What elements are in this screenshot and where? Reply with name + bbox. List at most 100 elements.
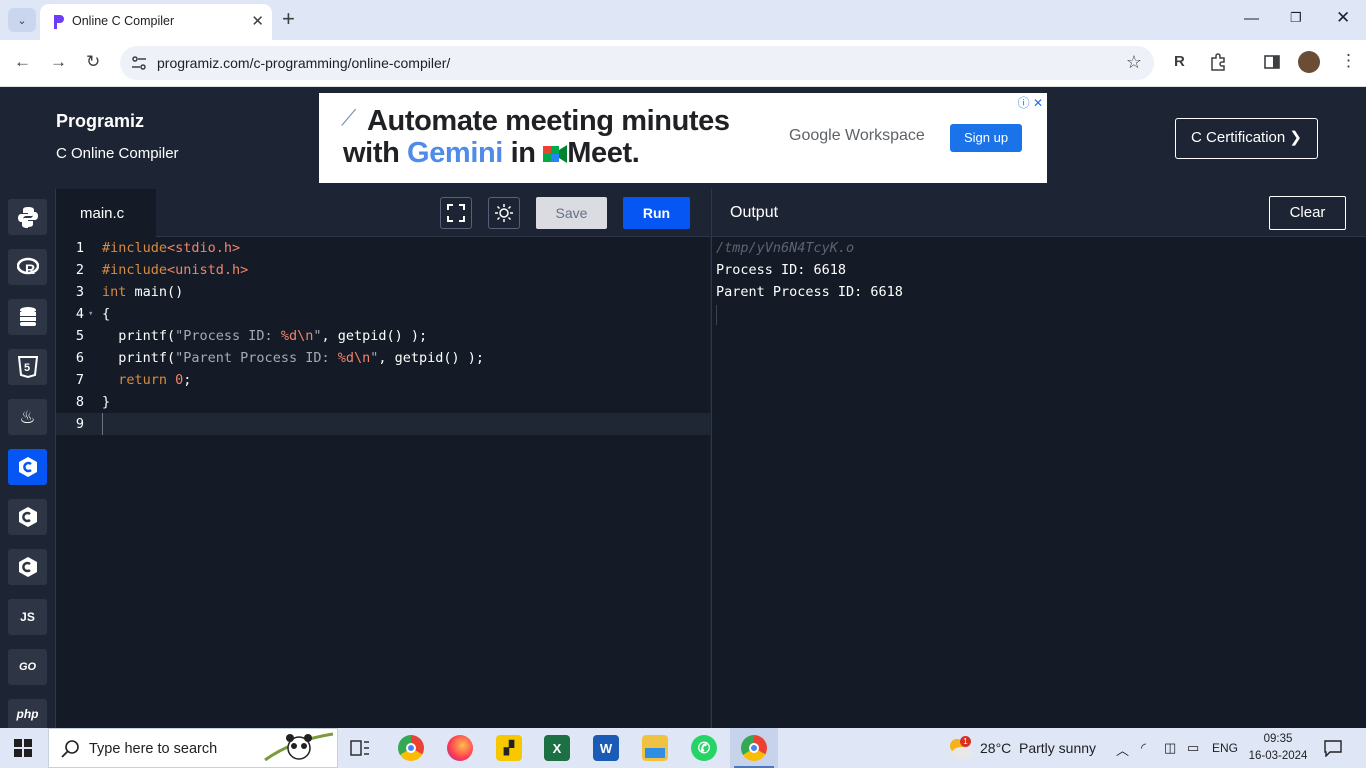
line-number: 5 xyxy=(75,328,84,344)
site-settings-icon[interactable] xyxy=(130,54,148,72)
line-number: 3 xyxy=(75,284,84,300)
browser-tab[interactable]: Online C Compiler ✕ xyxy=(40,4,272,40)
code-token: <unistd.h> xyxy=(167,262,249,278)
magic-wand-icon: ⟋ xyxy=(341,105,357,130)
fold-arrow-icon[interactable]: ▾ xyxy=(88,303,93,325)
ad-subheadline: with Gemini in Meet. xyxy=(343,137,640,169)
code-token: main() xyxy=(126,284,184,300)
tab-title: Online C Compiler xyxy=(72,14,175,28)
bookmark-star-icon[interactable]: ☆ xyxy=(1126,52,1142,73)
site-header: Programiz C Online Compiler ⟋ Automate m… xyxy=(0,87,1366,189)
extension-r-icon[interactable]: R xyxy=(1174,53,1185,70)
file-tab-main-c[interactable]: main.c xyxy=(56,189,156,237)
new-tab-button[interactable]: + xyxy=(282,8,295,30)
java-language-button[interactable]: ♨ xyxy=(8,399,47,435)
address-bar[interactable]: programiz.com/c-programming/online-compi… xyxy=(120,46,1154,80)
cpp-language-button[interactable] xyxy=(8,499,47,535)
side-panel-icon[interactable] xyxy=(1263,53,1281,71)
system-clock[interactable]: 09:35 16-03-2024 xyxy=(1248,731,1308,765)
ad-signup-button[interactable]: Sign up xyxy=(950,124,1022,152)
sticky-notes-app-icon[interactable]: ▞ xyxy=(496,735,522,761)
google-meet-icon xyxy=(543,145,568,163)
weather-temperature: 28°C xyxy=(980,740,1012,756)
code-editor[interactable]: 1 #include<stdio.h> 2 #include<unistd.h>… xyxy=(56,237,710,728)
run-button[interactable]: Run xyxy=(623,197,690,229)
taskbar-search-box[interactable]: Type here to search xyxy=(48,728,338,768)
output-line: Process ID: 6618 xyxy=(716,262,847,278)
clear-button[interactable]: Clear xyxy=(1269,196,1346,230)
profile-avatar[interactable] xyxy=(1298,51,1320,73)
database-icon xyxy=(19,307,36,326)
advertisement-banner[interactable]: ⟋ Automate meeting minutes with Gemini i… xyxy=(319,93,1047,183)
meet-now-icon[interactable]: ◫ xyxy=(1164,740,1176,756)
r-language-button[interactable]: R xyxy=(8,249,47,285)
code-line: 3 int main() xyxy=(56,281,710,303)
whatsapp-app-icon[interactable]: ✆ xyxy=(691,735,717,761)
reload-icon[interactable]: ↻ xyxy=(86,52,100,72)
battery-icon[interactable]: ▭ xyxy=(1187,740,1199,756)
code-token: %d\n xyxy=(280,328,314,344)
excel-app-icon[interactable]: X xyxy=(544,735,570,761)
code-line: 4 ▾ { xyxy=(56,303,710,325)
code-token: "Process ID: xyxy=(175,328,281,344)
minimize-icon[interactable]: — xyxy=(1244,10,1259,27)
firefox-app-icon[interactable] xyxy=(447,735,473,761)
extensions-puzzle-icon[interactable] xyxy=(1209,53,1227,71)
output-title: Output xyxy=(730,204,779,221)
notification-center-icon[interactable] xyxy=(1324,739,1342,757)
tab-search-button[interactable]: ⌄ xyxy=(8,8,36,32)
javascript-language-button[interactable]: JS xyxy=(8,599,47,635)
code-token: #include xyxy=(102,240,168,256)
save-button[interactable]: Save xyxy=(536,197,607,229)
line-number: 4 xyxy=(75,306,84,322)
forward-arrow-icon[interactable]: → xyxy=(50,52,67,72)
code-token: printf( xyxy=(102,328,176,344)
task-view-icon[interactable] xyxy=(350,739,370,757)
show-hidden-icons-chevron-icon[interactable]: ︿ xyxy=(1116,740,1129,759)
php-language-button[interactable]: php xyxy=(8,699,47,728)
fullscreen-button[interactable] xyxy=(440,197,472,229)
go-language-button[interactable]: GO xyxy=(8,649,47,685)
code-token: ; xyxy=(183,372,192,388)
file-explorer-app-icon[interactable] xyxy=(642,735,668,761)
code-token: #include xyxy=(102,262,168,278)
code-token: "Parent Process ID: xyxy=(175,350,338,366)
windows-start-icon[interactable] xyxy=(14,739,32,757)
theme-toggle-button[interactable] xyxy=(488,197,520,229)
text-cursor xyxy=(102,413,103,435)
chrome-active-app-button[interactable] xyxy=(730,728,778,768)
output-console[interactable]: /tmp/yVn6N4TcyK.o Process ID: 6618 Paren… xyxy=(711,237,1366,728)
browser-menu-icon[interactable]: ⋮ xyxy=(1340,51,1357,71)
python-language-button[interactable] xyxy=(8,199,47,235)
php-icon: php xyxy=(16,706,39,721)
csharp-language-button[interactable] xyxy=(8,549,47,585)
sql-language-button[interactable] xyxy=(8,299,47,335)
code-line-current: 9 xyxy=(56,413,710,435)
word-app-icon[interactable]: W xyxy=(593,735,619,761)
programiz-logo[interactable]: Programiz xyxy=(56,111,144,132)
line-number: 2 xyxy=(75,262,84,278)
svg-text:5: 5 xyxy=(24,362,30,374)
search-placeholder: Type here to search xyxy=(89,741,218,757)
url-text: programiz.com/c-programming/online-compi… xyxy=(157,55,451,71)
code-token: , getpid() ); xyxy=(378,350,485,366)
restore-icon[interactable]: ❐ xyxy=(1290,10,1302,26)
ad-info-close-icon[interactable]: ⓘ ✕ xyxy=(1018,94,1043,111)
c-language-button[interactable] xyxy=(8,449,47,485)
html5-icon: 5 xyxy=(17,356,38,378)
wifi-icon[interactable]: ◜ xyxy=(1141,740,1146,756)
certification-button[interactable]: C Certification ❯ xyxy=(1175,118,1318,159)
output-toolbar: Output Clear xyxy=(711,189,1366,237)
back-arrow-icon[interactable]: ← xyxy=(14,52,31,72)
chrome-profile-app-icon[interactable] xyxy=(398,735,424,761)
tab-close-icon[interactable]: ✕ xyxy=(251,12,264,30)
java-icon: ♨ xyxy=(19,406,36,427)
code-line: 1 #include<stdio.h> xyxy=(56,237,710,259)
html-language-button[interactable]: 5 xyxy=(8,349,47,385)
programiz-favicon-icon xyxy=(54,15,64,29)
code-line: 2 #include<unistd.h> xyxy=(56,259,710,281)
input-language-indicator[interactable]: ENG xyxy=(1212,741,1238,755)
csharp-language-icon xyxy=(18,557,37,577)
window-close-icon[interactable]: ✕ xyxy=(1336,8,1350,28)
line-number: 1 xyxy=(75,240,84,256)
